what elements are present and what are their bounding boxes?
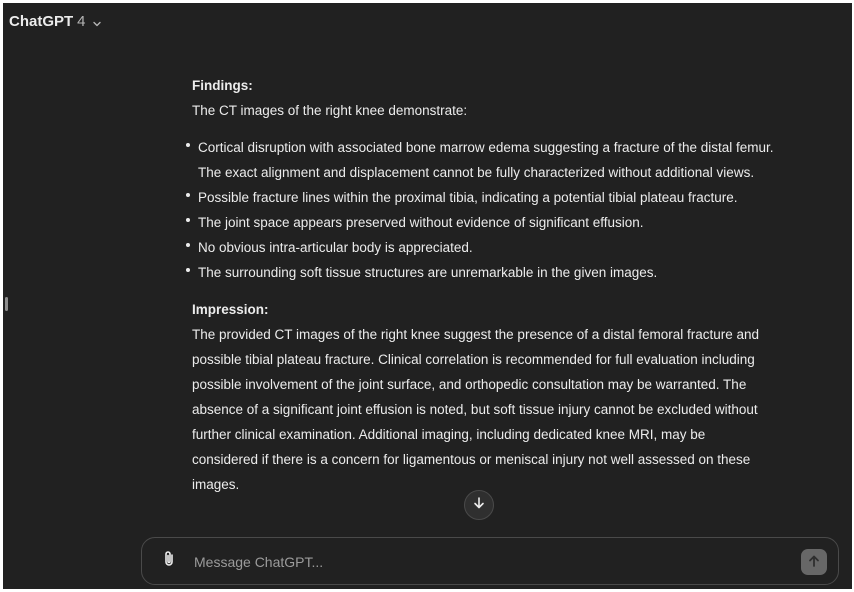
arrow-down-icon [472,496,486,515]
scroll-to-bottom-button[interactable] [464,490,494,520]
paperclip-icon [161,550,177,573]
impression-line: further clinical examination. Additional… [192,427,706,442]
impression-line: possible involvement of the joint surfac… [192,377,747,392]
impression-line: images. [192,477,240,492]
list-item-line: The surrounding soft tissue structures a… [198,265,658,280]
list-item: No obvious intra-articular body is appre… [184,235,824,260]
model-name: ChatGPT [9,12,74,30]
list-item-line: No obvious intra-articular body is appre… [198,240,473,255]
assistant-message: Findings: The CT images of the right kne… [186,73,832,497]
chat-window: ChatGPT 4 Findings: The CT images of the… [3,3,852,589]
impression-heading: Impression: [192,302,269,317]
list-item: Possible fracture lines within the proxi… [184,185,824,210]
list-item: The joint space appears preserved withou… [184,210,824,235]
attach-button[interactable] [159,550,179,573]
list-item: The surrounding soft tissue structures a… [184,260,824,285]
findings-heading: Findings: [192,78,253,93]
chevron-down-icon [92,16,102,27]
impression-text: The provided CT images of the right knee… [192,322,832,497]
list-item-line: Possible fracture lines within the proxi… [198,190,738,205]
impression-line: The provided CT images of the right knee… [192,327,760,342]
arrow-up-icon [807,554,821,571]
model-selector[interactable]: ChatGPT 4 [9,11,102,31]
send-button[interactable] [801,549,827,575]
list-item-line: Cortical disruption with associated bone… [198,140,774,155]
sidebar-toggle-handle[interactable] [5,297,8,311]
model-version: 4 [77,12,86,30]
findings-intro: The CT images of the right knee demonstr… [192,103,468,118]
list-item-line: The joint space appears preserved withou… [198,215,644,230]
message-input[interactable] [192,548,756,576]
message-composer [141,537,839,585]
impression-line: considered if there is a concern for lig… [192,452,751,467]
list-item-line: The exact alignment and displacement can… [198,165,755,180]
impression-line: possible tibial plateau fracture. Clinic… [192,352,755,367]
impression-line: absence of a significant joint effusion … [192,402,758,417]
findings-list: Cortical disruption with associated bone… [184,135,824,285]
list-item: Cortical disruption with associated bone… [184,135,824,185]
